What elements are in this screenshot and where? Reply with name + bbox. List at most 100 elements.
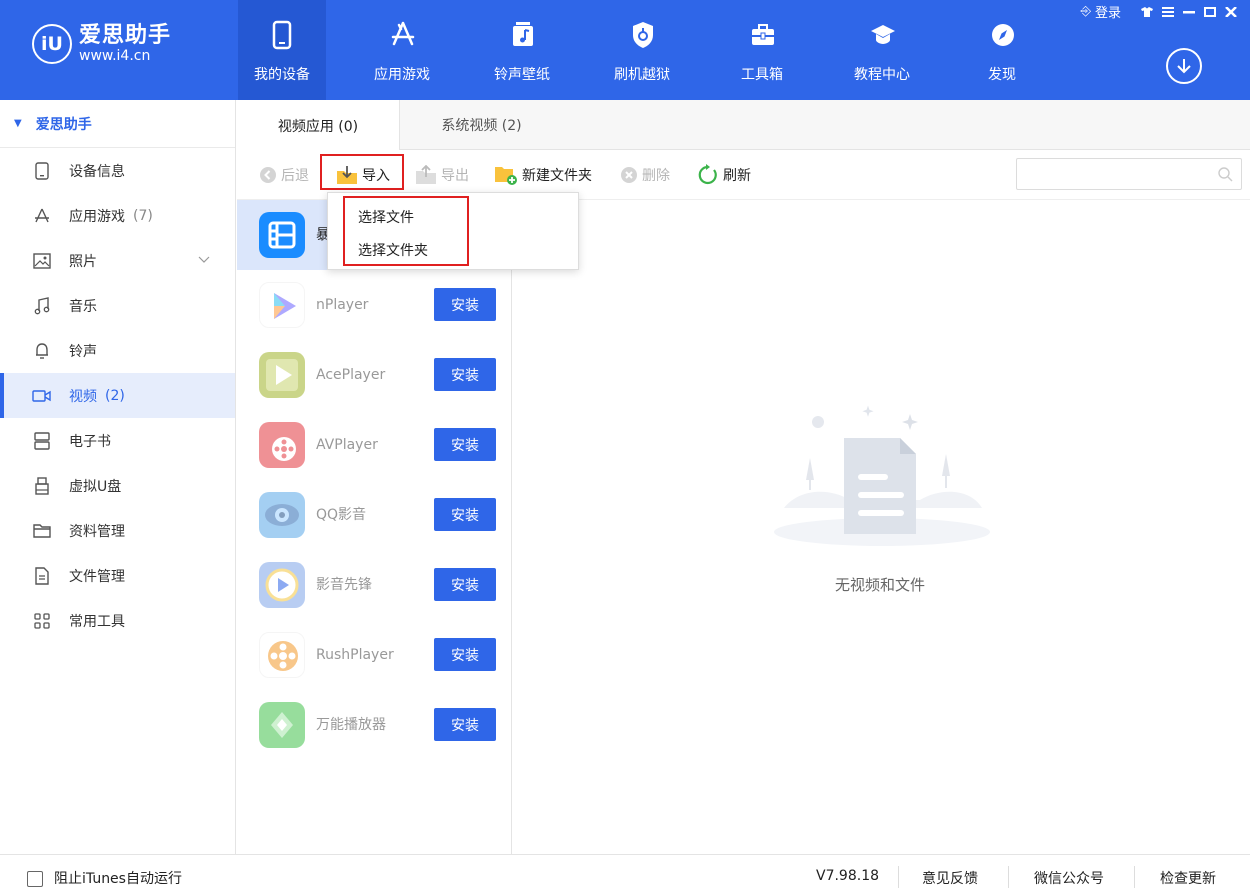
sidebar-device-header[interactable]: ▼ 爱思助手 [0, 100, 235, 148]
nplayer-icon [259, 282, 305, 328]
tab-system-videos[interactable]: 系统视频 (2) [400, 100, 563, 150]
menu-icon[interactable] [1159, 4, 1177, 20]
install-button[interactable]: 安装 [434, 638, 496, 671]
export-button[interactable]: 导出 [415, 160, 469, 190]
sidebar-item-apps[interactable]: 应用游戏 (7) [0, 193, 235, 238]
refresh-icon [698, 164, 717, 185]
graduation-cap-icon [871, 25, 895, 44]
check-update-link[interactable]: 检查更新 [1160, 868, 1216, 888]
feedback-link[interactable]: 意见反馈 [922, 868, 978, 888]
app-name: 影音先锋 [316, 577, 372, 593]
sidebar-item-device-info[interactable]: 设备信息 [0, 148, 235, 193]
empty-state-illustration [774, 405, 990, 546]
sidebar-item-data-management[interactable]: 资料管理 [0, 508, 235, 553]
itunes-block-label[interactable]: 阻止iTunes自动运行 [54, 868, 182, 888]
bell-icon [31, 340, 53, 362]
music-icon [31, 295, 53, 317]
list-item: 万能播放器 安装 [237, 690, 512, 760]
sidebar-item-photos[interactable]: 照片 [0, 238, 235, 283]
nav-my-device[interactable]: 我的设备 [238, 0, 326, 100]
nav-ringtones-wallpapers[interactable]: 铃声壁纸 [478, 0, 566, 100]
delete-button[interactable]: 删除 [620, 160, 670, 190]
app-name: nPlayer [316, 297, 369, 313]
install-button[interactable]: 安装 [434, 568, 496, 601]
avplayer-icon [259, 422, 305, 468]
login-link[interactable]: 登录 [1095, 2, 1121, 21]
top-navigation-bar: iU 爱思助手 www.i4.cn 我的设备 应用游戏 铃声壁纸 刷机越狱 工具… [0, 0, 1250, 100]
import-highlight-box [320, 154, 404, 190]
sidebar-item-label: 设备信息 [69, 163, 125, 180]
sidebar: ▼ 爱思助手 设备信息 应用游戏 (7) 照片 音乐 铃声 视频 (2) 电子书… [0, 100, 236, 854]
download-icon[interactable] [1166, 48, 1202, 84]
sidebar-item-video[interactable]: 视频 (2) [0, 373, 235, 418]
universal-player-icon [259, 702, 305, 748]
music-note-icon [513, 22, 533, 46]
sidebar-item-label: 应用游戏 [69, 208, 125, 225]
app-name: RushPlayer [316, 647, 394, 663]
folder-icon [31, 520, 53, 542]
qq-video-icon [259, 492, 305, 538]
divider [1008, 866, 1009, 888]
delete-icon [621, 167, 637, 183]
divider [898, 866, 899, 888]
sidebar-item-label: 文件管理 [69, 568, 125, 585]
menu-highlight-box [343, 196, 469, 266]
video-icon [31, 385, 53, 407]
photo-icon [31, 250, 53, 272]
app-name: AcePlayer [316, 367, 386, 383]
divider [1134, 866, 1135, 888]
nav-apps-games[interactable]: 应用游戏 [358, 0, 446, 100]
nav-label: 刷机越狱 [614, 67, 670, 83]
nav-toolbox[interactable]: 工具箱 [718, 0, 806, 100]
sidebar-item-ringtones[interactable]: 铃声 [0, 328, 235, 373]
list-item: AVPlayer 安装 [237, 410, 512, 480]
close-icon[interactable] [1222, 4, 1240, 20]
install-button[interactable]: 安装 [434, 288, 496, 321]
sidebar-item-common-tools[interactable]: 常用工具 [0, 598, 235, 643]
app-logo: iU 爱思助手 www.i4.cn [32, 24, 171, 64]
compass-icon [992, 24, 1014, 46]
install-button[interactable]: 安装 [434, 498, 496, 531]
app-icon [259, 212, 305, 258]
logo-title: 爱思助手 [79, 23, 172, 48]
file-icon [31, 565, 53, 587]
search-input[interactable] [1016, 158, 1242, 190]
sidebar-item-label: 资料管理 [69, 523, 125, 540]
sidebar-item-music[interactable]: 音乐 [0, 283, 235, 328]
sidebar-item-count: (2) [105, 387, 125, 404]
nav-label: 我的设备 [254, 67, 310, 83]
grid-icon [31, 610, 53, 632]
status-bar: 阻止iTunes自动运行 V7.98.18 意见反馈 微信公众号 检查更新 [0, 854, 1250, 896]
sidebar-item-file-management[interactable]: 文件管理 [0, 553, 235, 598]
login-icon[interactable]: ⎆ [1081, 4, 1091, 19]
nav-discover[interactable]: 发现 [958, 0, 1046, 100]
ebook-icon [31, 430, 53, 452]
toolbox-icon [752, 24, 774, 45]
minimize-icon[interactable] [1180, 4, 1198, 20]
skin-icon[interactable] [1138, 4, 1156, 20]
appstore-icon [391, 21, 415, 46]
tab-bar: 视频应用 (0) 系统视频 (2) [237, 100, 1250, 151]
nav-tutorials[interactable]: 教程中心 [838, 0, 926, 100]
caret-down-icon: ▼ [14, 118, 22, 129]
install-button[interactable]: 安装 [434, 428, 496, 461]
install-button[interactable]: 安装 [434, 708, 496, 741]
yingyin-xianfeng-icon [259, 562, 305, 608]
nav-flash-jailbreak[interactable]: 刷机越狱 [598, 0, 686, 100]
sidebar-item-ebooks[interactable]: 电子书 [0, 418, 235, 463]
refresh-button[interactable]: 刷新 [697, 160, 751, 190]
wechat-link[interactable]: 微信公众号 [1034, 868, 1104, 888]
install-button[interactable]: 安装 [434, 358, 496, 391]
sidebar-item-label: 虚拟U盘 [69, 478, 122, 495]
new-folder-button[interactable]: 新建文件夹 [494, 160, 592, 190]
back-button[interactable]: 后退 [259, 160, 309, 190]
aceplayer-icon [259, 352, 305, 398]
itunes-block-checkbox[interactable] [27, 871, 43, 887]
nav-label: 工具箱 [741, 67, 783, 83]
sidebar-item-virtual-udisk[interactable]: 虚拟U盘 [0, 463, 235, 508]
list-item: QQ影音 安装 [237, 480, 512, 550]
logo-url: www.i4.cn [79, 48, 151, 64]
maximize-icon[interactable] [1201, 4, 1219, 20]
sidebar-item-label: 电子书 [69, 433, 111, 450]
tab-video-apps[interactable]: 视频应用 (0) [237, 100, 400, 151]
